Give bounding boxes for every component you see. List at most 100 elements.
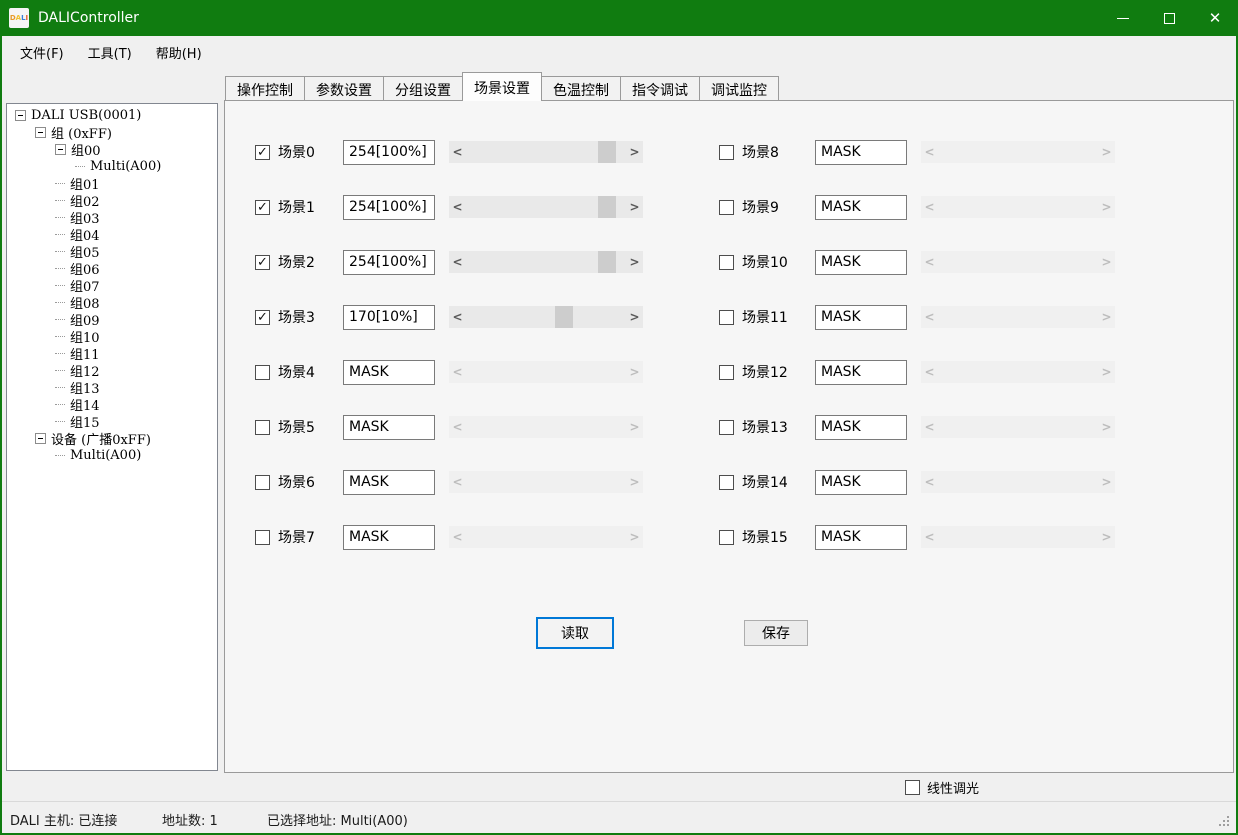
scrollbar-right-arrow-icon[interactable]: > <box>626 416 643 438</box>
tree-item[interactable]: 组13 <box>7 379 217 396</box>
scene-checkbox[interactable]: ✓ <box>255 200 270 215</box>
scene-value-input[interactable] <box>815 250 907 275</box>
scene-checkbox[interactable] <box>719 255 734 270</box>
scrollbar-left-arrow-icon[interactable]: < <box>921 526 938 548</box>
scene-checkbox[interactable] <box>255 420 270 435</box>
menu-tools[interactable]: 工具(T) <box>76 39 144 66</box>
tree-expander-icon[interactable] <box>15 110 26 121</box>
scrollbar-right-arrow-icon[interactable]: > <box>1098 196 1115 218</box>
close-button[interactable]: ✕ <box>1192 0 1238 36</box>
scene-value-input[interactable] <box>815 140 907 165</box>
scrollbar-right-arrow-icon[interactable]: > <box>1098 526 1115 548</box>
tree-item[interactable]: 组11 <box>7 345 217 362</box>
scene-scrollbar[interactable]: < > <box>449 306 643 328</box>
scrollbar-right-arrow-icon[interactable]: > <box>626 361 643 383</box>
scene-value-input[interactable] <box>815 525 907 550</box>
scene-scrollbar[interactable]: < > <box>449 526 643 548</box>
tree-expander-icon[interactable] <box>35 433 46 444</box>
scene-value-input[interactable] <box>815 360 907 385</box>
scene-checkbox[interactable] <box>255 530 270 545</box>
tree-item[interactable]: 组01 <box>7 175 217 192</box>
scrollbar-left-arrow-icon[interactable]: < <box>449 141 466 163</box>
scene-scrollbar[interactable]: < > <box>921 416 1115 438</box>
scrollbar-right-arrow-icon[interactable]: > <box>1098 306 1115 328</box>
scene-value-input[interactable] <box>343 415 435 440</box>
scene-scrollbar[interactable]: < > <box>921 141 1115 163</box>
scene-checkbox[interactable]: ✓ <box>255 255 270 270</box>
scrollbar-left-arrow-icon[interactable]: < <box>921 141 938 163</box>
tree-item[interactable]: Multi(A00) <box>7 158 217 175</box>
scene-checkbox[interactable] <box>719 420 734 435</box>
scene-checkbox[interactable] <box>719 145 734 160</box>
tab-debug-monitor[interactable]: 调试监控 <box>699 76 779 101</box>
scrollbar-thumb[interactable] <box>598 141 616 163</box>
scrollbar-left-arrow-icon[interactable]: < <box>449 526 466 548</box>
scene-scrollbar[interactable]: < > <box>449 251 643 273</box>
scrollbar-left-arrow-icon[interactable]: < <box>921 361 938 383</box>
scrollbar-right-arrow-icon[interactable]: > <box>1098 471 1115 493</box>
tree-item[interactable]: 组15 <box>7 413 217 430</box>
tree-item[interactable]: DALI USB(0001) <box>7 107 217 124</box>
tree-item[interactable]: 设备 (广播0xFF) <box>7 430 217 447</box>
scene-value-input[interactable] <box>343 470 435 495</box>
tree-expander-icon[interactable] <box>35 127 46 138</box>
tree-item[interactable]: 组14 <box>7 396 217 413</box>
tree-item[interactable]: 组07 <box>7 277 217 294</box>
tab-parameter-settings[interactable]: 参数设置 <box>304 76 384 101</box>
scene-scrollbar[interactable]: < > <box>449 141 643 163</box>
scrollbar-left-arrow-icon[interactable]: < <box>449 196 466 218</box>
scrollbar-right-arrow-icon[interactable]: > <box>1098 361 1115 383</box>
scrollbar-right-arrow-icon[interactable]: > <box>1098 141 1115 163</box>
scene-checkbox[interactable] <box>719 200 734 215</box>
scene-scrollbar[interactable]: < > <box>921 306 1115 328</box>
scrollbar-right-arrow-icon[interactable]: > <box>1098 251 1115 273</box>
scene-checkbox[interactable] <box>719 365 734 380</box>
scene-scrollbar[interactable]: < > <box>921 526 1115 548</box>
tree-item[interactable]: 组00 <box>7 141 217 158</box>
minimize-button[interactable] <box>1100 0 1146 36</box>
tree-expander-icon[interactable] <box>55 144 66 155</box>
tree-item[interactable]: 组 (0xFF) <box>7 124 217 141</box>
scrollbar-left-arrow-icon[interactable]: < <box>921 471 938 493</box>
scrollbar-right-arrow-icon[interactable]: > <box>1098 416 1115 438</box>
scene-scrollbar[interactable]: < > <box>921 196 1115 218</box>
scrollbar-right-arrow-icon[interactable]: > <box>626 306 643 328</box>
tree-item[interactable]: 组08 <box>7 294 217 311</box>
scrollbar-left-arrow-icon[interactable]: < <box>449 306 466 328</box>
scene-checkbox[interactable] <box>719 475 734 490</box>
tab-color-temp-control[interactable]: 色温控制 <box>541 76 621 101</box>
scene-scrollbar[interactable]: < > <box>921 361 1115 383</box>
scrollbar-right-arrow-icon[interactable]: > <box>626 141 643 163</box>
save-button[interactable]: 保存 <box>744 620 808 646</box>
tree-item[interactable]: 组04 <box>7 226 217 243</box>
scrollbar-left-arrow-icon[interactable]: < <box>449 416 466 438</box>
scrollbar-thumb[interactable] <box>555 306 573 328</box>
scene-value-input[interactable] <box>343 140 435 165</box>
scene-checkbox[interactable]: ✓ <box>255 310 270 325</box>
scene-value-input[interactable] <box>815 415 907 440</box>
tree-item[interactable]: 组06 <box>7 260 217 277</box>
scene-scrollbar[interactable]: < > <box>449 471 643 493</box>
tree-item[interactable]: 组05 <box>7 243 217 260</box>
scene-value-input[interactable] <box>815 470 907 495</box>
scrollbar-right-arrow-icon[interactable]: > <box>626 251 643 273</box>
scene-value-input[interactable] <box>343 525 435 550</box>
scene-checkbox[interactable] <box>719 310 734 325</box>
scene-checkbox[interactable] <box>255 365 270 380</box>
scene-value-input[interactable] <box>343 195 435 220</box>
menu-help[interactable]: 帮助(H) <box>144 39 214 66</box>
scene-value-input[interactable] <box>815 195 907 220</box>
scrollbar-left-arrow-icon[interactable]: < <box>449 471 466 493</box>
scene-scrollbar[interactable]: < > <box>921 471 1115 493</box>
scene-scrollbar[interactable]: < > <box>449 416 643 438</box>
tree-item[interactable]: 组03 <box>7 209 217 226</box>
scene-value-input[interactable] <box>815 305 907 330</box>
tree-item[interactable]: 组10 <box>7 328 217 345</box>
scrollbar-left-arrow-icon[interactable]: < <box>449 251 466 273</box>
scene-scrollbar[interactable]: < > <box>449 361 643 383</box>
read-button[interactable]: 读取 <box>536 617 614 649</box>
tab-scene-settings[interactable]: 场景设置 <box>462 72 542 101</box>
scene-scrollbar[interactable]: < > <box>449 196 643 218</box>
scrollbar-left-arrow-icon[interactable]: < <box>449 361 466 383</box>
scrollbar-right-arrow-icon[interactable]: > <box>626 196 643 218</box>
